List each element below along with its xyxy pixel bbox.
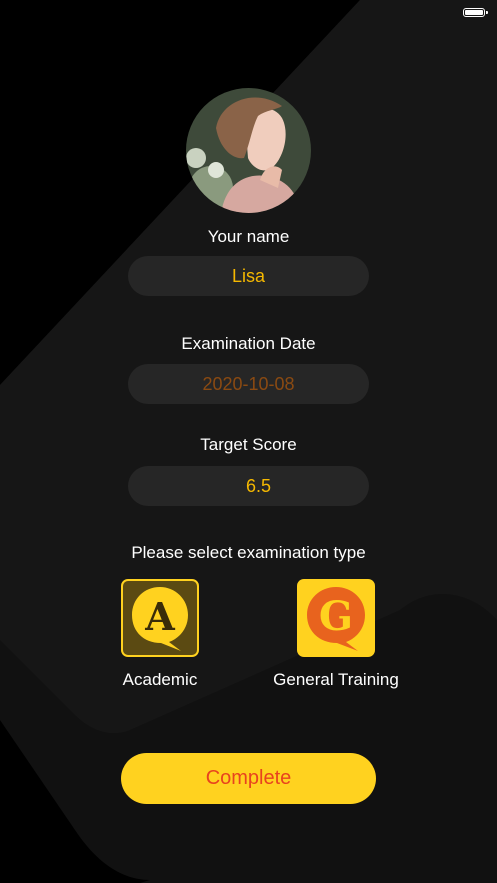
target-score-label: Target Score [200,435,297,454]
svg-text:A: A [144,594,175,639]
general-training-option[interactable]: G [297,579,375,657]
avatar[interactable] [186,88,311,213]
examination-date-field[interactable]: 2020-10-08 [128,364,369,404]
examination-date-label: Examination Date [181,334,316,353]
name-field[interactable]: Lisa [128,256,369,296]
academic-label: Academic [122,670,198,689]
general-g-icon: G [307,587,365,651]
academic-a-icon: A [132,587,188,651]
exam-type-prompt: Please select examination type [131,543,366,562]
general-training-label: General Training [273,670,399,689]
complete-button[interactable]: Complete [121,753,376,804]
name-label: Your name [207,227,290,246]
academic-option[interactable]: A [121,579,199,657]
target-score-field[interactable]: 6.5 [128,466,369,506]
svg-text:G: G [319,593,353,640]
battery-icon [463,8,488,17]
